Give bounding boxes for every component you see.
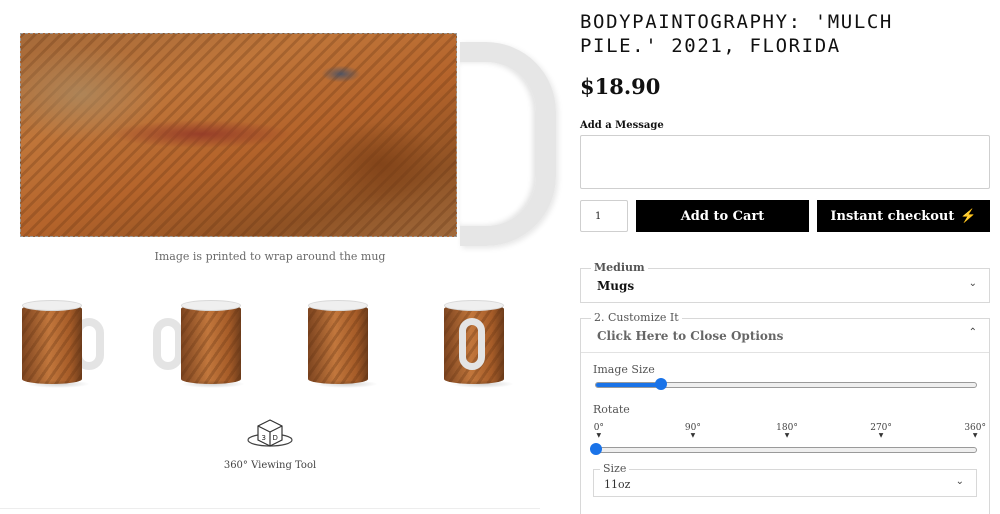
product-title: BODYPAINTOGRAPHY: 'MULCH PILE.' 2021, FL… [580, 11, 893, 57]
chevron-down-icon: ⌄ [968, 278, 977, 289]
rotate-label: Rotate [593, 403, 630, 416]
quantity-input[interactable] [580, 200, 628, 232]
mug-handle [460, 42, 556, 246]
customize-panel: 2. Customize It Click Here to Close Opti… [580, 312, 990, 514]
3d-cube-icon: 3 D [247, 419, 293, 447]
viewer-label: 360° Viewing Tool [223, 460, 317, 471]
rotate-tick-label: 360° ▼ [964, 423, 986, 439]
lightning-bolt-icon: ⚡ [960, 208, 977, 224]
medium-legend: Medium [591, 262, 648, 274]
wrap-caption: Image is printed to wrap around the mug [154, 250, 386, 263]
chevron-down-icon: ⌄ [955, 476, 964, 487]
thumbnail-mug-left[interactable] [153, 300, 253, 388]
thumbnail-mug-right[interactable] [18, 300, 118, 388]
rotate-slider-handle[interactable] [590, 443, 602, 455]
medium-value: Mugs [597, 279, 635, 293]
message-input[interactable] [580, 135, 990, 189]
instant-checkout-label: Instant checkout [830, 208, 955, 224]
wrap-print-image[interactable] [20, 33, 457, 237]
chevron-up-icon: ⌃ [968, 327, 977, 338]
size-value: 11oz [604, 478, 631, 491]
thumbnail-mug-front[interactable] [306, 300, 406, 388]
mug-preview [20, 30, 556, 246]
size-select[interactable]: Size 11oz ⌄ [593, 463, 977, 497]
image-size-slider[interactable] [595, 378, 977, 390]
image-size-label: Image Size [593, 363, 655, 376]
divider [0, 508, 540, 509]
svg-text:3: 3 [262, 434, 266, 442]
thumbnail-strip [18, 300, 538, 390]
rotate-tick-labels: 0° ▼ 90° ▼ 180° ▼ 270° ▼ 360° ▼ [591, 423, 986, 441]
customize-toggle[interactable]: Click Here to Close Options ⌃ [581, 319, 989, 353]
thumbnail-mug-back[interactable] [442, 300, 542, 388]
rotate-slider[interactable] [590, 443, 977, 455]
rotate-tick-label: 90° ▼ [684, 423, 701, 439]
size-legend: Size [600, 463, 630, 475]
medium-select[interactable]: Medium Mugs ⌄ [580, 262, 990, 303]
viewer-360[interactable]: 3 D 360° Viewing Tool [220, 418, 320, 471]
close-options-label: Click Here to Close Options [597, 329, 784, 343]
svg-text:D: D [273, 434, 278, 442]
instant-checkout-button[interactable]: Instant checkout ⚡ [817, 200, 990, 232]
rotate-tick-label: 270° ▼ [870, 423, 892, 439]
image-size-slider-handle[interactable] [654, 378, 667, 390]
rotate-tick-label: 0° ▼ [593, 423, 604, 439]
message-label: Add a Message [580, 120, 664, 131]
add-to-cart-button[interactable]: Add to Cart [636, 200, 809, 232]
add-to-cart-label: Add to Cart [680, 208, 765, 224]
rotate-tick-label: 180° ▼ [776, 423, 798, 439]
product-price: $18.90 [580, 74, 661, 99]
